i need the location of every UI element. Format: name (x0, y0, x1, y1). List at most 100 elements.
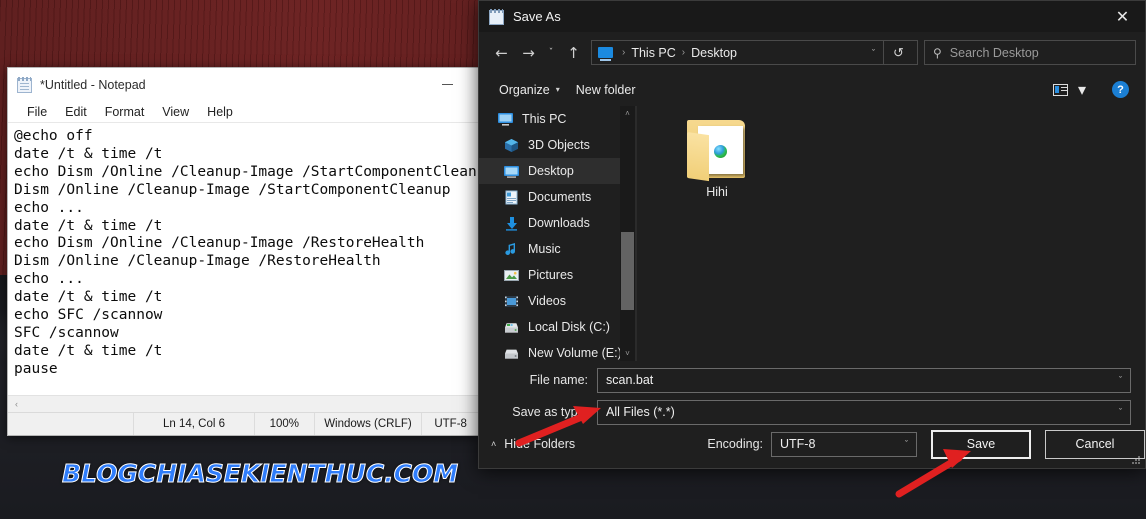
sidebar-scrollbar[interactable]: ˄ ˅ (620, 106, 635, 361)
notepad-window[interactable]: *Untitled - Notepad File Edit Format Vie… (7, 67, 480, 436)
disk-icon (503, 346, 520, 361)
hide-folders-button[interactable]: ˄ Hide Folders (479, 437, 575, 451)
save-as-type-label: Save as type: (512, 405, 588, 419)
save-button[interactable]: Save (931, 429, 1031, 459)
recent-locations-chevron-down-icon[interactable]: ˇ (542, 39, 560, 66)
desktop-icon (503, 164, 520, 179)
sidebar-item-local-disk-c[interactable]: Local Disk (C:) (479, 314, 635, 340)
horizontal-scrollbar[interactable]: ‹ (8, 395, 479, 412)
search-input[interactable]: ⚲ Search Desktop (924, 40, 1136, 65)
sidebar-item-documents[interactable]: Documents (479, 184, 635, 210)
dialog-footer: ˄ Hide Folders Encoding: UTF-8 ˇ Save Ca… (479, 428, 1145, 460)
breadcrumb[interactable]: › This PC › Desktop ˇ ↺ (591, 40, 918, 65)
pictures-icon (503, 268, 520, 283)
up-icon[interactable]: ↑ (560, 39, 587, 66)
dialog-titlebar[interactable]: Save As ✕ (479, 1, 1145, 32)
chevron-down-icon[interactable]: ˇ (1119, 407, 1122, 417)
notepad-text-area[interactable]: @echo off date /t & time /t echo Dism /O… (8, 124, 479, 390)
notepad-title: *Untitled - Notepad (40, 77, 146, 92)
new-folder-button[interactable]: New folder (568, 79, 644, 101)
menu-item-edit[interactable]: Edit (56, 103, 96, 121)
status-spacer (8, 413, 133, 436)
sidebar-item-label: Music (528, 242, 561, 256)
organize-button[interactable]: Organize ▾ (491, 79, 568, 101)
chevron-down-icon[interactable]: ˇ (1119, 375, 1122, 385)
dialog-command-bar[interactable]: Organize ▾ New folder ▾ ? (479, 73, 1145, 106)
file-item-label: Hihi (706, 185, 728, 199)
minimize-button[interactable] (433, 68, 461, 101)
save-as-dialog[interactable]: Save As ✕ ← → ˇ ↑ › This PC › Desktop ˇ … (478, 0, 1146, 469)
sidebar-item-new-volume-e[interactable]: New Volume (E:) (479, 340, 635, 361)
scroll-down-arrow-icon[interactable]: ˅ (620, 346, 635, 361)
search-icon: ⚲ (933, 45, 942, 60)
save-as-type-value: All Files (*.*) (606, 405, 675, 419)
scroll-up-arrow-icon[interactable]: ˄ (620, 106, 635, 121)
watermark: BLOGCHIASEKIENTHUC.COM (61, 459, 459, 489)
resize-grip[interactable] (1132, 456, 1142, 466)
notepad-menubar[interactable]: File Edit Format View Help (8, 101, 479, 123)
monitor-icon (497, 112, 514, 127)
text-line: echo SFC /scannow (14, 307, 163, 324)
sidebar-item-label: 3D Objects (528, 138, 590, 152)
navigation-pane[interactable]: This PC 3D Objects Desktop Documents Dow… (479, 106, 636, 361)
menu-item-file[interactable]: File (18, 103, 56, 121)
menu-item-view[interactable]: View (153, 103, 198, 121)
scroll-left-arrow-icon[interactable]: ‹ (8, 399, 25, 409)
sidebar-item-pictures[interactable]: Pictures (479, 262, 635, 288)
view-options[interactable]: ▾ ? (1052, 80, 1133, 100)
status-cursor-position: Ln 14, Col 6 (132, 412, 254, 435)
chevron-down-icon[interactable]: ˇ (864, 48, 883, 58)
notepad-statusbar: Ln 14, Col 6 100% Windows (CRLF) UTF-8 (8, 412, 479, 435)
cancel-button[interactable]: Cancel (1045, 429, 1145, 459)
back-icon[interactable]: ← (488, 39, 515, 66)
menu-item-help[interactable]: Help (198, 103, 242, 121)
sidebar-item-label: This PC (522, 112, 567, 126)
sidebar-item-label: Downloads (528, 216, 590, 230)
document-icon (503, 190, 520, 205)
sidebar-item-3d-objects[interactable]: 3D Objects (479, 132, 635, 158)
chevron-down-icon[interactable]: ˇ (905, 439, 908, 449)
notepad-icon (17, 76, 32, 93)
dialog-title: Save As (513, 9, 561, 24)
scrollbar-thumb[interactable] (621, 232, 634, 310)
view-layout-icon[interactable] (1052, 83, 1068, 96)
hide-folders-label: Hide Folders (504, 437, 576, 451)
file-list-pane[interactable]: Hihi (636, 106, 1145, 361)
sidebar-item-label: Local Disk (C:) (528, 320, 610, 334)
sidebar-item-label: New Volume (E:) (528, 346, 622, 360)
wallpaper-wheel (560, 482, 636, 519)
sidebar-item-videos[interactable]: Videos (479, 288, 635, 314)
file-item-hihi[interactable]: Hihi (669, 118, 765, 199)
save-as-type-select[interactable]: All Files (*.*) ˇ (597, 399, 1131, 425)
close-icon[interactable]: ✕ (1100, 1, 1145, 32)
sidebar-item-downloads[interactable]: Downloads (479, 210, 635, 236)
sidebar-item-this-pc[interactable]: This PC (479, 106, 635, 132)
dialog-body: This PC 3D Objects Desktop Documents Dow… (479, 106, 1145, 361)
refresh-icon[interactable]: ↺ (883, 40, 913, 65)
text-line: echo ... (14, 271, 84, 288)
status-zoom: 100% (254, 412, 314, 435)
text-line: @echo off (14, 128, 93, 144)
breadcrumb-segment-this-pc[interactable]: This PC (631, 46, 675, 60)
breadcrumb-segment-desktop[interactable]: Desktop (691, 46, 737, 60)
file-name-value: scan.bat (606, 373, 654, 387)
chevron-down-icon: ▾ (555, 85, 560, 94)
file-name-input[interactable]: scan.bat ˇ (597, 367, 1131, 393)
organize-label: Organize (499, 82, 550, 97)
dialog-navigation-bar[interactable]: ← → ˇ ↑ › This PC › Desktop ˇ ↺ ⚲ Search… (479, 32, 1145, 73)
menu-item-format[interactable]: Format (96, 103, 154, 121)
text-line: Dism /Online /Cleanup-Image /StartCompon… (14, 181, 451, 198)
encoding-select[interactable]: UTF-8 ˇ (771, 431, 917, 457)
disk-icon (503, 320, 520, 335)
sidebar-item-music[interactable]: Music (479, 236, 635, 262)
forward-icon[interactable]: → (515, 39, 542, 66)
notepad-icon (489, 8, 504, 25)
text-line: pause (14, 360, 58, 377)
sidebar-item-label: Pictures (528, 268, 574, 282)
notepad-titlebar[interactable]: *Untitled - Notepad (8, 68, 479, 101)
video-icon (503, 294, 520, 309)
this-pc-icon (598, 47, 613, 61)
help-icon[interactable]: ? (1112, 81, 1129, 98)
chevron-down-icon[interactable]: ▾ (1078, 80, 1086, 100)
sidebar-item-desktop[interactable]: Desktop (479, 158, 635, 184)
